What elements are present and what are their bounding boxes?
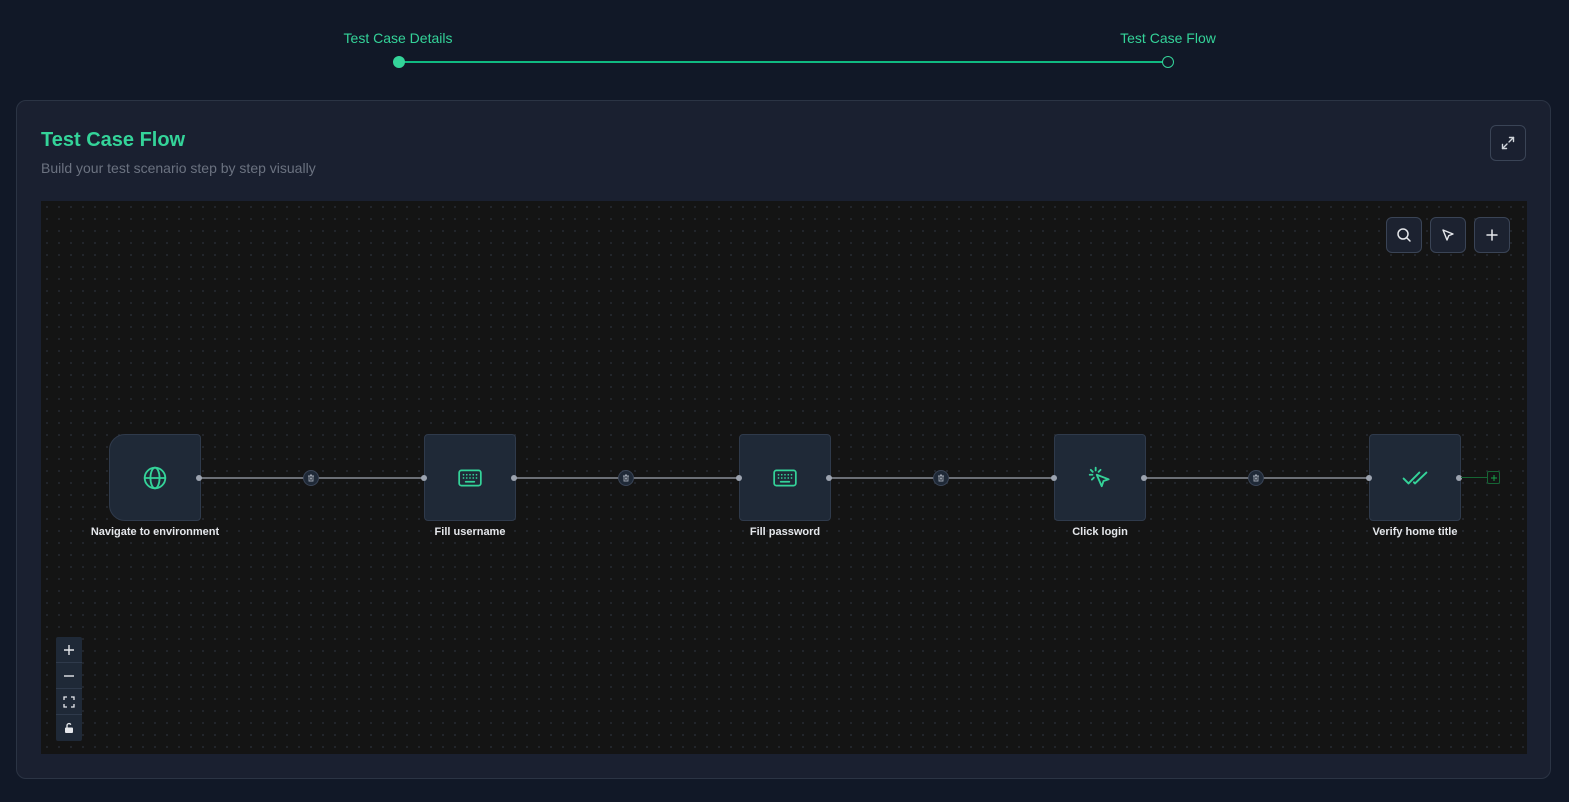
node-label: Fill password xyxy=(749,526,821,538)
add-node-button[interactable] xyxy=(1487,471,1500,484)
node-output-handle[interactable] xyxy=(511,475,517,481)
lock-button[interactable] xyxy=(56,715,82,741)
plus-icon xyxy=(1486,229,1498,241)
zoom-controls xyxy=(56,637,82,741)
keyboard-icon xyxy=(458,469,482,486)
stepper: Test Case Details Test Case Flow xyxy=(0,0,1569,90)
pointer-icon xyxy=(1442,229,1454,241)
zoom-in-button[interactable] xyxy=(56,637,82,663)
card-title: Test Case Flow xyxy=(41,129,186,151)
fit-view-icon xyxy=(63,695,75,708)
search-icon xyxy=(1397,228,1411,242)
node-output-handle[interactable] xyxy=(1141,475,1147,481)
flow-node-fill-password[interactable] xyxy=(739,434,831,521)
select-tool-button[interactable] xyxy=(1430,217,1466,253)
card-subtitle: Build your test scenario step by step vi… xyxy=(41,160,316,176)
node-input-handle[interactable] xyxy=(736,475,742,481)
edge-delete-button[interactable] xyxy=(618,470,634,486)
step-dot-details[interactable] xyxy=(393,56,405,68)
expand-icon xyxy=(1501,136,1515,150)
edge-delete-button[interactable] xyxy=(933,470,949,486)
step-label-details[interactable]: Test Case Details xyxy=(344,30,453,46)
flow-node-navigate[interactable] xyxy=(109,434,201,521)
node-input-handle[interactable] xyxy=(1366,475,1372,481)
zoom-out-button[interactable] xyxy=(56,663,82,689)
flow-canvas[interactable]: Navigate to environment Fill username Fi… xyxy=(41,201,1527,754)
flow-node-fill-username[interactable] xyxy=(424,434,516,521)
trash-icon xyxy=(623,474,629,482)
zoom-in-icon xyxy=(64,644,74,655)
lock-icon xyxy=(65,722,73,733)
node-label: Verify home title xyxy=(1372,526,1458,538)
trash-icon xyxy=(308,474,314,482)
node-label: Click login xyxy=(1072,526,1128,538)
stepper-progress-line xyxy=(399,61,1168,63)
step-label-flow[interactable]: Test Case Flow xyxy=(1120,30,1216,46)
globe-icon xyxy=(143,466,167,489)
expand-button[interactable] xyxy=(1490,125,1526,161)
node-label: Fill username xyxy=(434,526,506,538)
zoom-out-icon xyxy=(64,674,74,677)
edge-delete-button[interactable] xyxy=(1248,470,1264,486)
node-input-handle[interactable] xyxy=(1051,475,1057,481)
flow-node-verify-title[interactable] xyxy=(1369,434,1461,521)
node-input-handle[interactable] xyxy=(421,475,427,481)
trash-icon xyxy=(1253,474,1259,482)
node-output-handle[interactable] xyxy=(1456,475,1462,481)
add-step-button[interactable] xyxy=(1474,217,1510,253)
node-label: Navigate to environment xyxy=(90,526,220,538)
plus-icon xyxy=(1490,474,1497,481)
trash-icon xyxy=(938,474,944,482)
click-icon xyxy=(1088,466,1110,487)
node-output-handle[interactable] xyxy=(826,475,832,481)
search-button[interactable] xyxy=(1386,217,1422,253)
node-output-handle[interactable] xyxy=(196,475,202,481)
keyboard-icon xyxy=(773,469,797,486)
pending-edge xyxy=(1461,477,1488,478)
edge-delete-button[interactable] xyxy=(303,470,319,486)
flow-card: Test Case Flow Build your test scenario … xyxy=(16,100,1551,779)
flow-node-click-login[interactable] xyxy=(1054,434,1146,521)
fit-view-button[interactable] xyxy=(56,689,82,715)
double-check-icon xyxy=(1402,471,1428,484)
step-dot-flow[interactable] xyxy=(1162,56,1174,68)
